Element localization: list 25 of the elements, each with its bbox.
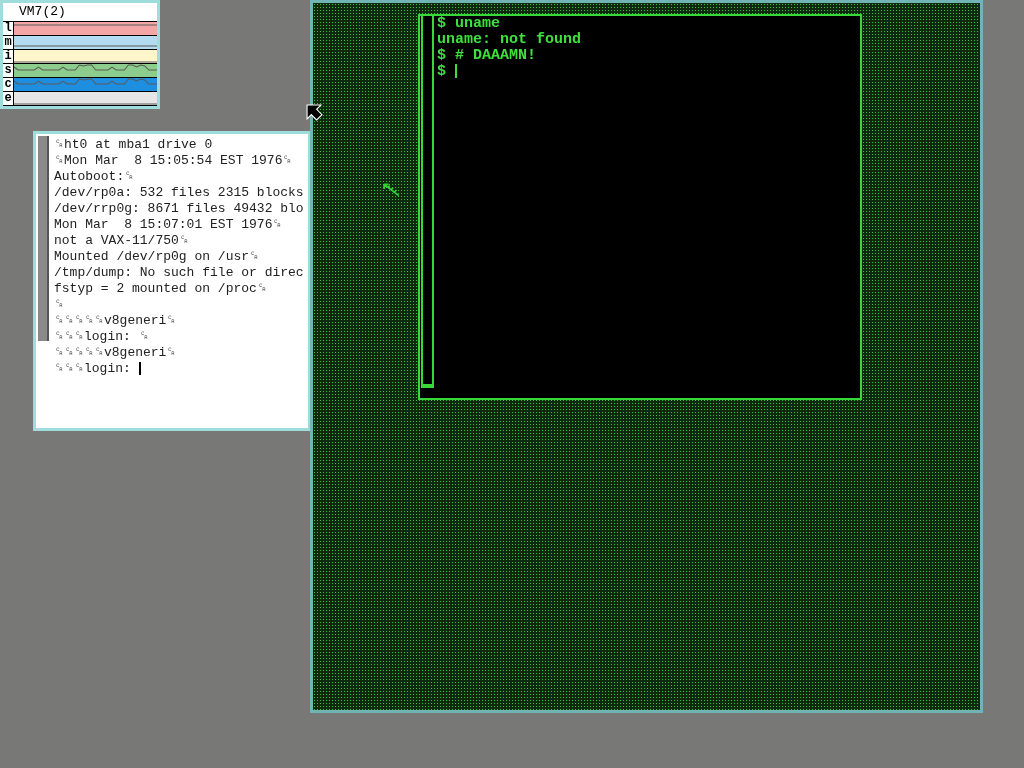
console-line: Mounted /dev/rp0g on /usr␍ (54, 249, 261, 265)
console-line: ␍␍␍login: (54, 361, 308, 377)
console-line: ␍␍␍login: ␍ (54, 329, 150, 345)
pointer-icon (306, 104, 323, 121)
console-line: /dev/rrp0g: 8671 files 49432 blo (54, 201, 305, 217)
text-cursor (138, 362, 141, 376)
scroll-bar[interactable] (38, 136, 49, 341)
console-line: /dev/rp0a: 532 files 2315 blocks (54, 185, 305, 201)
console-line: Autoboot:␍ (54, 169, 136, 185)
scroll-bar[interactable] (421, 16, 434, 388)
console-line: not a VAX-11/750␍ (54, 233, 190, 249)
console-line: ␍␍␍␍␍v8generi␍ (54, 345, 178, 361)
console-line: fstyp = 2 mounted on /proc␍ (54, 281, 268, 297)
shell-line: uname: not found (437, 32, 582, 48)
shell-line: $ (437, 64, 582, 80)
sweep-cursor-icon (383, 183, 401, 197)
console-line: ␍ht0 at mba1 drive 0 (54, 137, 214, 153)
text-cursor (455, 64, 457, 79)
console-line: ␍Mon Mar 8 15:05:54 EST 1976␍ (54, 153, 294, 169)
console-line: /tmp/dump: No such file or direc (54, 265, 305, 281)
shell-line: $ # DAAAMN! (437, 48, 538, 64)
shell-line: $ uname (437, 16, 501, 32)
console-line: ␍␍␍␍␍v8generi␍ (54, 313, 178, 329)
console-line: ␍ (54, 297, 65, 313)
console-line: Mon Mar 8 15:07:01 EST 1976␍ (54, 217, 284, 233)
